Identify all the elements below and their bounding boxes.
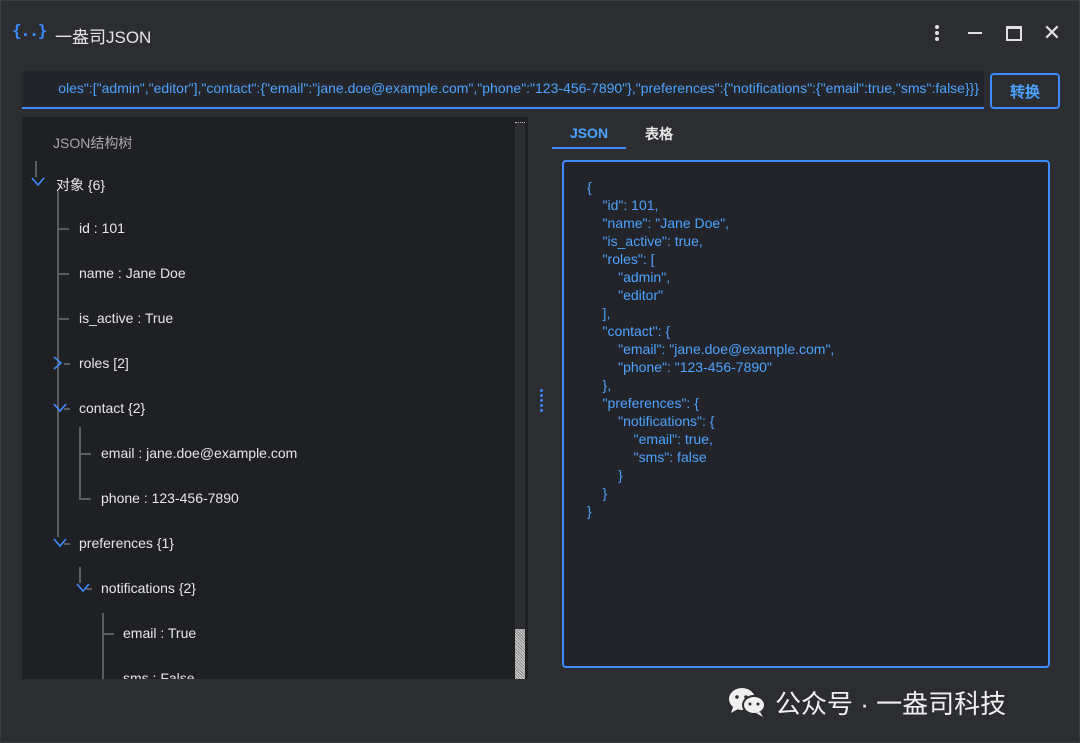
json-output-line: "sms": false [587,449,707,465]
tree-heading: JSON结构树 [53,135,133,151]
json-input-field[interactable]: oles":["admin","editor"],"contact":{"ema… [22,71,984,109]
tree-node-contact-phone[interactable]: phone : 123-456-7890 [101,490,239,506]
tree-node-is-active[interactable]: is_active : True [79,310,173,326]
json-output-text: { "id": 101, "name": "Jane Doe", "is_act… [587,178,834,520]
tree-node-root[interactable]: 对象 {6} [56,175,105,195]
chevron-down-icon[interactable] [31,177,45,187]
json-output-line: "id": 101, [587,197,659,213]
json-output-line: ], [587,305,611,321]
scrollbar-top [515,122,525,126]
json-output-line: } [587,503,592,519]
tab-table[interactable]: 表格 [626,119,692,149]
json-output-line: } [587,485,608,501]
tree-connector [102,633,114,635]
kebab-icon [935,23,939,43]
tree-connector [79,453,91,455]
json-output-line: { [587,179,592,195]
maximize-icon [1006,25,1022,41]
json-output-line: "email": "jane.doe@example.com", [587,341,835,357]
json-output-line: }, [587,377,612,393]
json-tree-panel[interactable]: JSON结构树 对象 {6} id : 101 name : Jane Doe … [22,117,528,679]
app-title: 一盎司JSON [55,28,152,47]
chevron-down-icon[interactable] [76,583,90,593]
tab-json[interactable]: JSON [552,119,626,149]
tree-node-notif-sms[interactable]: sms : False [123,670,195,679]
convert-button[interactable]: 转换 [990,73,1060,109]
chevron-right-icon[interactable] [53,356,63,370]
chevron-down-icon[interactable] [53,403,67,413]
tree-node-preferences[interactable]: preferences {1} [79,535,174,551]
json-output-line: "is_active": true, [587,233,703,249]
json-output-line: } [587,467,623,483]
app-logo-icon: {..} [12,21,48,40]
scrollbar-thumb[interactable] [515,629,525,679]
tree-node-contact-email[interactable]: email : jane.doe@example.com [101,445,297,461]
chevron-down-icon[interactable] [53,538,67,548]
close-button[interactable]: ✕ [1038,19,1066,47]
tree-connector [64,363,70,365]
maximize-button[interactable] [1000,19,1028,47]
tree-connector [102,613,104,679]
close-icon: ✕ [1042,20,1062,45]
json-output-line: "editor" [587,287,664,303]
json-output-panel[interactable]: { "id": 101, "name": "Jane Doe", "is_act… [562,160,1050,668]
tree-connector [79,498,91,500]
app-window: {..} 一盎司JSON ✕ oles":["admin","editor"],… [0,0,1080,743]
json-output-line: "preferences": { [587,395,699,411]
tree-connector [57,228,69,230]
tree-node-contact[interactable]: contact {2} [79,400,145,416]
tree-node-roles[interactable]: roles [2] [79,355,129,371]
minimize-icon [968,32,982,34]
tree-node-name[interactable]: name : Jane Doe [79,265,186,281]
tree-node-id[interactable]: id : 101 [79,220,125,236]
tree-connector [79,427,81,499]
json-output-line: "admin", [587,269,671,285]
wechat-icon [729,688,766,717]
json-output-line: "phone": "123-456-7890" [587,359,772,375]
json-input-value: oles":["admin","editor"],"contact":{"ema… [58,80,979,96]
json-output-line: "email": true, [587,431,713,447]
title-bar: {..} 一盎司JSON ✕ [1,1,1080,65]
panel-splitter-handle[interactable] [538,387,544,412]
more-menu-button[interactable] [923,19,951,47]
json-output-line: "roles": [ [587,251,655,267]
tree-node-notifications[interactable]: notifications {2} [101,580,196,596]
json-output-line: "notifications": { [587,413,715,429]
json-output-line: "contact": { [587,323,671,339]
watermark: 公众号 · 一盎司科技 [727,684,1057,720]
watermark-text: 公众号 · 一盎司科技 [775,688,1007,719]
tree-connector [79,567,81,583]
tree-connector [57,318,69,320]
tree-connector [35,161,37,177]
json-output-line: "name": "Jane Doe", [587,215,730,231]
tree-scrollbar[interactable] [515,122,525,679]
tree-connector [57,273,69,275]
tree-node-notif-email[interactable]: email : True [123,625,196,641]
minimize-button[interactable] [961,19,989,47]
